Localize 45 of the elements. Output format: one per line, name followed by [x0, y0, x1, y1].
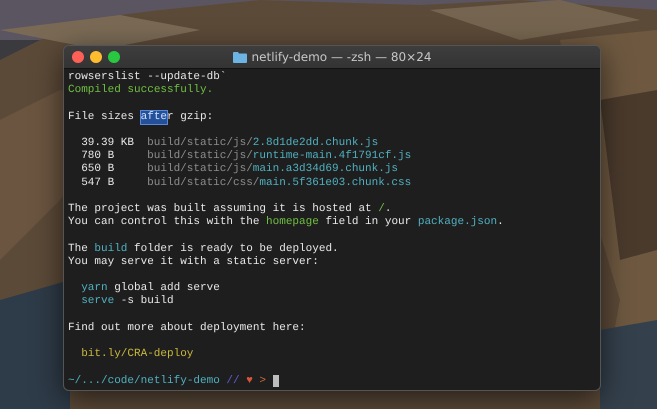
- highlighted-text: package.json: [418, 216, 498, 230]
- output-text: You may serve it with a static server:: [68, 256, 319, 269]
- output-text: The: [68, 242, 88, 256]
- highlighted-text: build: [94, 242, 128, 256]
- heart-symbol: ♥: [246, 374, 253, 388]
- output-text: field in your: [325, 216, 412, 230]
- highlighted-text: 2.8d1de2dd.chunk.js: [252, 136, 378, 150]
- text-cursor: [272, 375, 280, 388]
- selected-text: afte: [140, 110, 168, 124]
- path-text: build/static/js/: [147, 136, 253, 150]
- output-text: r gzip:: [167, 110, 214, 124]
- close-button[interactable]: [72, 51, 84, 63]
- output-text: The project was built assuming it is hosted at: [68, 202, 372, 216]
- success-text: Compiled successfully.: [68, 84, 214, 98]
- highlighted-text: main.5f361e03.chunk.css: [259, 176, 412, 190]
- output-text: rowserslist --update-db`: [68, 71, 226, 84]
- success-text: /: [378, 202, 385, 216]
- window-title: netlify-demo — -zsh — 80×24: [252, 50, 432, 64]
- highlighted-text: yarn: [81, 282, 108, 296]
- success-text: homepage: [266, 216, 319, 230]
- file-size: 650 B: [81, 163, 116, 177]
- path-text: build/static/css/: [147, 176, 260, 190]
- file-size: 39.39 KB: [81, 136, 135, 150]
- output-text: Find out more about deployment here:: [68, 322, 306, 335]
- output-text: You can control this with the: [68, 216, 260, 230]
- output-text: .: [497, 216, 504, 230]
- output-text: -s build: [120, 295, 174, 309]
- output-text: File sizes: [68, 110, 136, 124]
- prompt-arrow: >: [259, 374, 266, 388]
- link[interactable]: bit.ly/CRA-deploy: [81, 348, 194, 362]
- output-text: folder is ready to be deployed.: [134, 242, 339, 256]
- zoom-button[interactable]: [108, 51, 120, 63]
- highlighted-text: serve: [81, 295, 114, 309]
- output-text: .: [384, 202, 392, 216]
- output-text: global add serve: [114, 282, 220, 295]
- minimize-button[interactable]: [90, 51, 102, 63]
- path-text: build/static/js/: [147, 150, 253, 163]
- highlighted-text: main.a3d34d69.chunk.js: [252, 163, 398, 177]
- file-size: 547 B: [81, 176, 116, 190]
- prompt-path: ~/.../code/netlify-demo: [68, 374, 220, 388]
- folder-icon: [232, 52, 247, 62]
- prompt-separator: //: [226, 374, 240, 388]
- path-text: build/static/js/: [147, 163, 253, 177]
- file-size: 780 B: [81, 150, 116, 164]
- highlighted-text: runtime-main.4f1791cf.js: [252, 150, 412, 163]
